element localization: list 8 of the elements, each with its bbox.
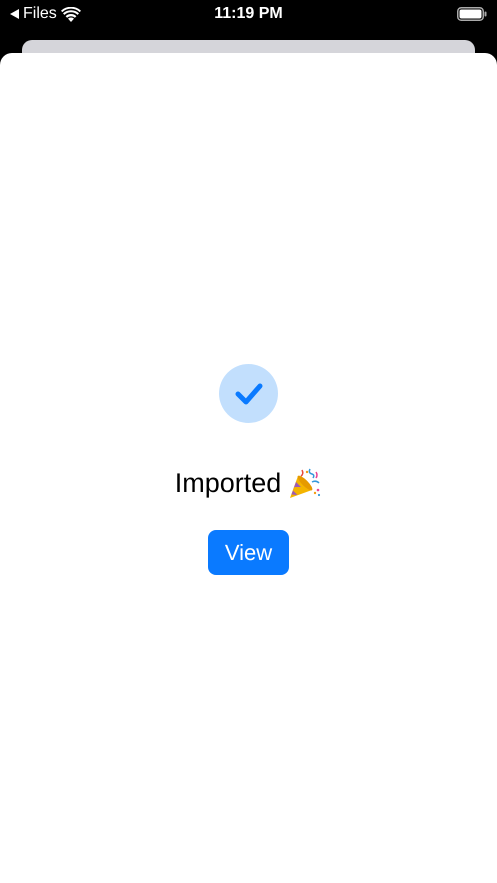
- party-popper-icon: [288, 466, 322, 500]
- back-button[interactable]: Files: [10, 5, 57, 23]
- status-time: 11:19 PM: [214, 5, 283, 22]
- back-triangle-icon: [10, 9, 19, 19]
- view-button[interactable]: View: [208, 530, 289, 575]
- wifi-icon: [60, 6, 81, 22]
- battery-icon: [457, 7, 487, 21]
- status-title: Imported: [174, 468, 282, 498]
